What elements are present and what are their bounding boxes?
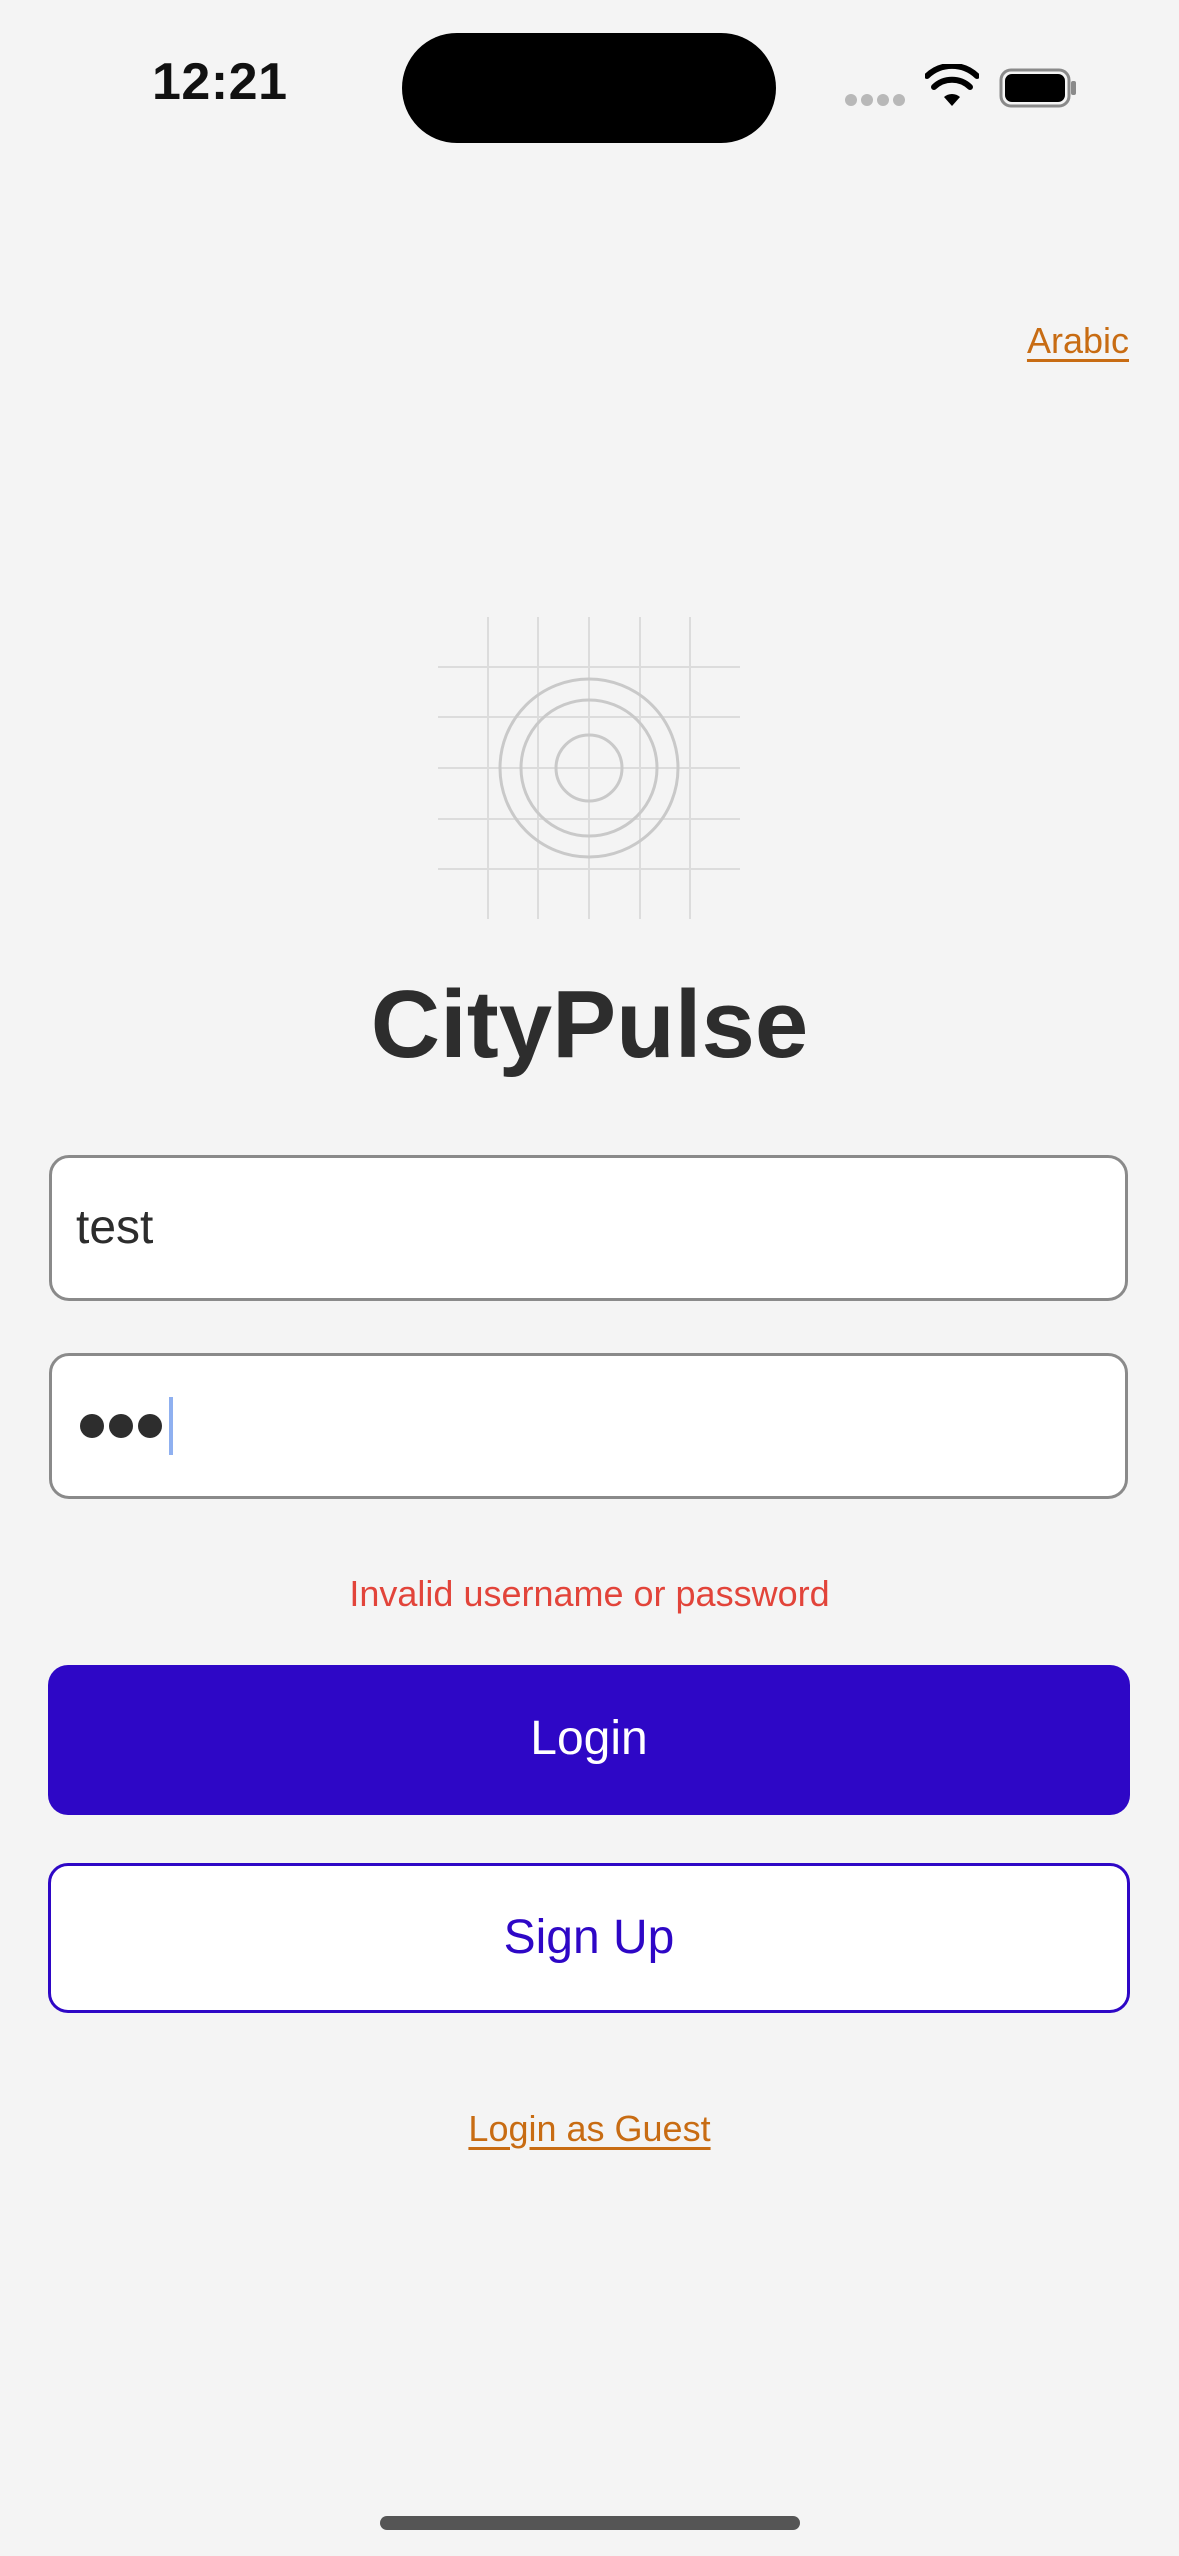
- status-bar-time: 12:21: [152, 53, 288, 111]
- username-field[interactable]: test: [49, 1155, 1128, 1301]
- password-masked-value: [80, 1397, 173, 1455]
- battery-icon: [999, 68, 1076, 108]
- cellular-signal-icon: [845, 94, 905, 108]
- image-placeholder-icon: [438, 617, 740, 919]
- text-cursor: [169, 1397, 173, 1455]
- password-field[interactable]: [49, 1353, 1128, 1499]
- language-switch-link[interactable]: Arabic: [1027, 320, 1129, 362]
- wifi-icon: [925, 64, 979, 106]
- error-message: Invalid username or password: [349, 1573, 830, 1614]
- username-value: test: [76, 1201, 154, 1254]
- dynamic-island: [402, 33, 776, 143]
- login-as-guest-link[interactable]: Login as Guest: [468, 2108, 710, 2149]
- app-title: CityPulse: [370, 971, 809, 1078]
- home-indicator[interactable]: [380, 2516, 800, 2530]
- login-as-guest-container: Login as Guest: [0, 2108, 1179, 2150]
- login-button[interactable]: Login: [48, 1665, 1130, 1815]
- sign-up-button[interactable]: Sign Up: [48, 1863, 1130, 2013]
